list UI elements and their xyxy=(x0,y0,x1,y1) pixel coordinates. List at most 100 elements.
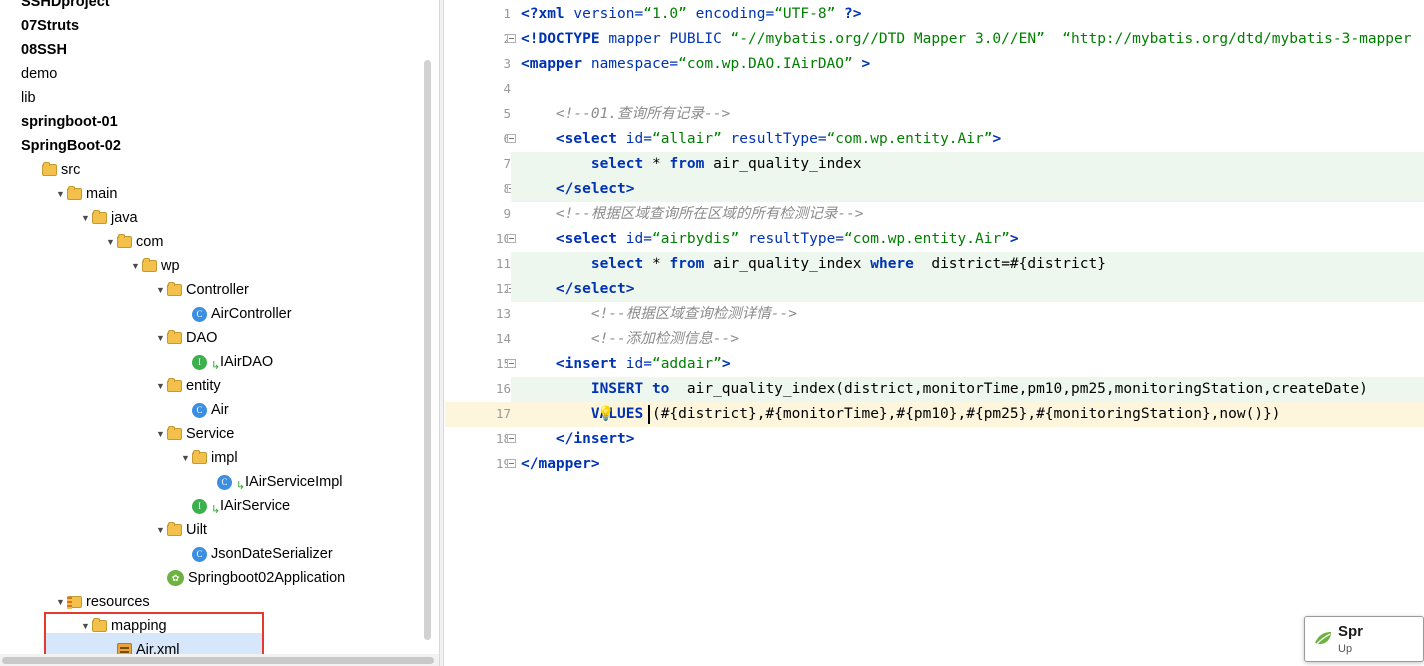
code-line-19[interactable]: </mapper> xyxy=(521,452,600,477)
tree-expander-arrow[interactable] xyxy=(154,422,167,446)
line-number-19: 19 xyxy=(495,456,511,471)
tree-item-sshdproject[interactable]: SSHDproject xyxy=(4,0,110,14)
line-number-1: 1 xyxy=(503,6,511,21)
tree-item-src[interactable]: src xyxy=(29,158,80,182)
project-tree-pane[interactable]: SSHDproject 07Struts 08SSH demo lib springboo… xyxy=(0,0,439,666)
tree-item-label: 08SSH xyxy=(21,42,67,59)
code-line-12[interactable]: </select> xyxy=(521,277,635,302)
tree-item-com[interactable]: com xyxy=(104,230,163,254)
code-line-16[interactable]: INSERT to air_quality_index(district,mon… xyxy=(521,377,1368,402)
tree-expander-arrow[interactable] xyxy=(154,278,167,302)
line-highlight-green xyxy=(511,177,1424,202)
line-number-14: 14 xyxy=(495,331,511,346)
tree-item-impl[interactable]: impl xyxy=(179,446,238,470)
tree-item-uilt[interactable]: Uilt xyxy=(154,518,207,542)
intention-bulb-icon[interactable] xyxy=(597,405,615,423)
line-number-16: 16 xyxy=(495,381,511,396)
code-line-8[interactable]: </select> xyxy=(521,177,635,202)
folder-icon xyxy=(142,258,157,273)
line-number-7: 7 xyxy=(503,156,511,171)
tree-item-label: DAO xyxy=(186,330,218,347)
tree-item-label: Springboot02Application xyxy=(188,570,346,587)
code-line-2[interactable]: <!DOCTYPE mapper PUBLIC “-//mybatis.org/… xyxy=(521,27,1411,52)
tree-item-springboot-01[interactable]: springboot-01 xyxy=(4,110,118,134)
java-interface-icon: I xyxy=(192,354,207,370)
tree-item-iairservice[interactable]: I IAirService xyxy=(179,494,291,522)
code-line-17[interactable]: VALUES (#{district},#{monitorTime},#{pm1… xyxy=(521,402,1281,427)
spring-chip-title: Spr xyxy=(1338,623,1364,640)
tree-expander-arrow[interactable] xyxy=(154,374,167,398)
code-line-3[interactable]: <mapper namespace=“com.wp.DAO.IAirDAO” > xyxy=(521,52,870,77)
folder-icon xyxy=(167,282,182,297)
tree-item-resources[interactable]: resources xyxy=(54,590,150,614)
code-line-7[interactable]: select * from air_quality_index xyxy=(521,152,862,177)
tree-item-label: demo xyxy=(21,66,58,83)
tree-item-lib[interactable]: lib xyxy=(4,86,36,110)
tree-item-label: Controller xyxy=(186,282,249,299)
ide-window: SSHDproject 07Struts 08SSH demo lib springboo… xyxy=(0,0,1424,666)
spring-boot-notification-chip[interactable]: Spr Up xyxy=(1304,616,1424,662)
editor-gutter[interactable]: 12345678910111213141516171819 xyxy=(445,0,516,666)
tree-item-label: springboot-01 xyxy=(21,114,118,131)
java-class-icon: C xyxy=(192,402,207,418)
pane-splitter[interactable] xyxy=(439,0,444,666)
tree-item-07struts[interactable]: 07Struts xyxy=(4,14,79,38)
tree-expander-arrow[interactable] xyxy=(154,326,167,350)
folder-icon xyxy=(117,234,132,249)
tree-item-springboot-02[interactable]: SpringBoot-02 xyxy=(4,134,121,158)
tree-item-label: IAirService xyxy=(220,498,291,515)
tree-item-label: src xyxy=(61,162,81,179)
tree-expander-arrow[interactable] xyxy=(179,446,192,470)
tree-item-label: java xyxy=(111,210,138,227)
tree-expander-arrow[interactable] xyxy=(104,230,117,254)
folder-icon xyxy=(167,522,182,537)
tree-item-aircontroller[interactable]: C AirController xyxy=(179,302,292,326)
override-marker-icon xyxy=(211,354,220,378)
line-number-5: 5 xyxy=(503,106,511,121)
editor-code-area[interactable]: <?xml version=“1.0” encoding=“UTF-8” ?> <… xyxy=(511,0,1424,666)
line-number-6: 6 xyxy=(451,131,511,146)
tree-item-air[interactable]: C Air xyxy=(179,398,229,422)
override-marker-icon xyxy=(211,498,220,522)
tree-item-springboot02application[interactable]: ✿ Springboot02Application xyxy=(154,566,345,590)
tree-item-demo[interactable]: demo xyxy=(4,62,57,86)
tree-vertical-scrollbar[interactable] xyxy=(424,60,431,640)
tree-item-main[interactable]: main xyxy=(54,182,117,206)
code-line-13[interactable]: <!--根据区域查询检测详情--> xyxy=(521,302,797,327)
line-number-3: 3 xyxy=(503,56,511,71)
tree-expander-arrow[interactable] xyxy=(54,590,67,614)
tree-item-dao[interactable]: DAO xyxy=(154,326,217,350)
tree-item-jsondateserializer[interactable]: C JsonDateSerializer xyxy=(179,542,333,566)
code-line-11[interactable]: select * from air_quality_index where di… xyxy=(521,252,1106,277)
tree-horizontal-scrollbar[interactable] xyxy=(0,654,439,666)
tree-item-wp[interactable]: wp xyxy=(129,254,180,278)
tree-item-label: entity xyxy=(186,378,221,395)
tree-item-controller[interactable]: Controller xyxy=(154,278,249,302)
tree-expander-arrow[interactable] xyxy=(129,254,142,278)
code-line-1[interactable]: <?xml version=“1.0” encoding=“UTF-8” ?> xyxy=(521,2,862,27)
tree-expander-arrow[interactable] xyxy=(79,206,92,230)
code-line-18[interactable]: </insert> xyxy=(521,427,635,452)
tree-item-iairserviceimpl[interactable]: C IAirServiceImpl xyxy=(204,470,343,498)
tree-item-iairdao[interactable]: I IAirDAO xyxy=(179,350,273,378)
code-line-5[interactable]: <!--01.查询所有记录--> xyxy=(521,102,730,127)
spring-leaf-icon xyxy=(1313,629,1333,649)
line-number-15: 15 xyxy=(495,356,511,371)
code-line-15[interactable]: <insert id=“addair”> xyxy=(521,352,731,377)
code-line-10[interactable]: <select id=“airbydis” resultType=“com.wp… xyxy=(521,227,1019,252)
line-number-2: 2 xyxy=(451,31,511,46)
tree-expander-arrow[interactable] xyxy=(54,182,67,206)
java-class-icon: C xyxy=(192,546,207,562)
code-editor[interactable]: 12345678910111213141516171819 <?xml vers… xyxy=(445,0,1424,666)
tree-item-service[interactable]: Service xyxy=(154,422,234,446)
tree-item-label: wp xyxy=(161,258,180,275)
tree-item-08ssh[interactable]: 08SSH xyxy=(4,38,67,62)
tree-item-java[interactable]: java xyxy=(79,206,138,230)
java-class-icon: C xyxy=(217,474,232,490)
tree-item-entity[interactable]: entity xyxy=(154,374,221,398)
tree-expander-arrow[interactable] xyxy=(154,518,167,542)
code-line-14[interactable]: <!--添加检测信息--> xyxy=(521,327,739,352)
line-number-11: 11 xyxy=(495,256,511,271)
code-line-6[interactable]: <select id=“allair” resultType=“com.wp.e… xyxy=(521,127,1001,152)
code-line-9[interactable]: <!--根据区域查询所在区域的所有检测记录--> xyxy=(521,202,864,227)
